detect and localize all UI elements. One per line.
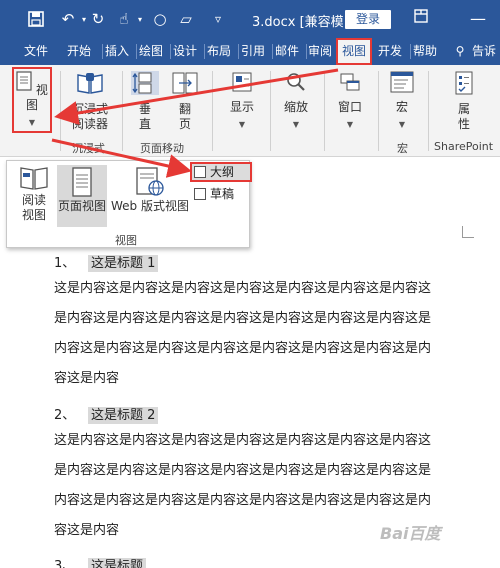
paragraph-1[interactable]: 这是内容这是内容这是内容这是内容这是内容这是内容这是内容这 是内容这是内容这是内… xyxy=(54,274,466,394)
page-corner-mark xyxy=(462,226,474,238)
paragraph-line: 这是内容这是内容这是内容这是内容这是内容这是内容这是内容这 xyxy=(54,433,432,448)
heading-2-text: 这是标题 2 xyxy=(88,407,159,424)
heading-1[interactable]: 1、 这是标题 1 xyxy=(54,252,159,272)
paragraph-line: 容这是内容 xyxy=(54,371,120,386)
heading-2-number: 2、 xyxy=(54,408,76,423)
paragraph-line: 内容这是内容这是内容这是内容这是内容这是内容这是内容这是内 xyxy=(54,341,432,356)
heading-1-text: 这是标题 1 xyxy=(88,255,159,272)
paragraph-line: 是内容这是内容这是内容这是内容这是内容这是内容这是内容这是 xyxy=(54,311,432,326)
heading-3-number: 3、 xyxy=(54,559,76,568)
heading-2[interactable]: 2、 这是标题 2 xyxy=(54,404,159,424)
paragraph-line: 这是内容这是内容这是内容这是内容这是内容这是内容这是内容这 xyxy=(54,281,432,296)
baidu-watermark-logo: Bai百度 xyxy=(380,524,441,543)
heading-3[interactable]: 3、 这是标题 xyxy=(54,555,147,568)
paragraph-line: 内容这是内容这是内容这是内容这是内容这是内容这是内容这是内 xyxy=(54,493,432,508)
heading-3-text: 这是标题 xyxy=(88,558,147,568)
heading-1-number: 1、 xyxy=(54,256,76,271)
paragraph-line: 是内容这是内容这是内容这是内容这是内容这是内容这是内容这是 xyxy=(54,463,432,478)
